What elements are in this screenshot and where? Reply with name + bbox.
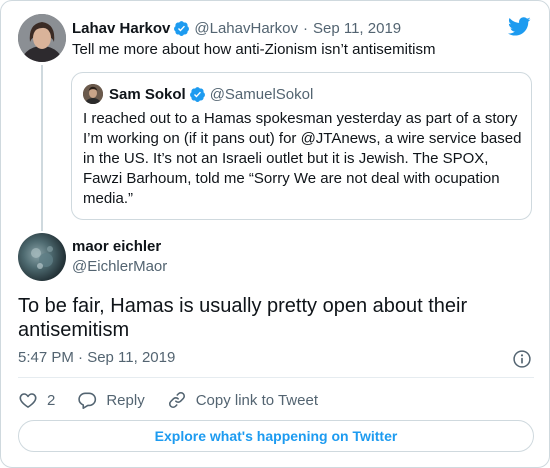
copy-link-label: Copy link to Tweet [195, 391, 318, 409]
quoted-tweet[interactable]: Sam Sokol @SamuelSokol I reached out to … [71, 72, 532, 220]
link-icon [168, 392, 185, 408]
author-name[interactable]: maor eichler [72, 238, 161, 255]
copy-link-button[interactable]: Copy link to Tweet [167, 390, 318, 410]
tweet-embed-card: Lahav Harkov @LahavHarkov · Sep 11, 2019… [0, 0, 550, 468]
author-avatar[interactable] [18, 233, 66, 281]
quoted-author-handle: @SamuelSokol [209, 85, 314, 103]
reply-button[interactable]: Reply [77, 390, 145, 410]
parent-tweet-text: Tell me more about how anti-Zionism isn’… [72, 41, 436, 58]
tweet-actions: 2 Reply Copy link to Tweet [18, 390, 340, 410]
divider [18, 377, 534, 378]
reply-label: Reply [106, 391, 145, 409]
tweet-text: To be fair, Hamas is usually pretty open… [18, 295, 468, 341]
quoted-author-name: Sam Sokol [109, 85, 186, 103]
thread-line [41, 65, 43, 231]
explore-twitter-button[interactable]: Explore what's happening on Twitter [18, 420, 534, 452]
author-handle[interactable]: @EichlerMaor [72, 258, 167, 275]
verified-badge-icon [189, 86, 205, 102]
parent-author-name[interactable]: Lahav Harkov [72, 20, 170, 37]
separator-dot: · [303, 19, 308, 37]
verified-badge-icon [174, 20, 190, 36]
heart-icon [19, 393, 37, 408]
quoted-author-avatar [83, 84, 103, 104]
quoted-tweet-header: Sam Sokol @SamuelSokol [109, 84, 313, 104]
parent-tweet-header: Lahav Harkov @LahavHarkov · Sep 11, 2019 [72, 18, 401, 38]
twitter-bird-icon[interactable] [507, 17, 531, 37]
info-icon[interactable] [512, 349, 532, 369]
like-button[interactable]: 2 [18, 390, 55, 410]
parent-author-avatar[interactable] [18, 14, 66, 62]
quoted-tweet-text: I reached out to a Hamas spokesman yeste… [83, 110, 522, 207]
parent-author-handle[interactable]: @LahavHarkov [194, 20, 298, 37]
reply-bubble-icon [78, 392, 97, 409]
parent-tweet-date[interactable]: Sep 11, 2019 [313, 20, 401, 37]
like-count: 2 [47, 391, 56, 409]
tweet-timestamp[interactable]: 5:47 PM · Sep 11, 2019 [18, 349, 175, 366]
